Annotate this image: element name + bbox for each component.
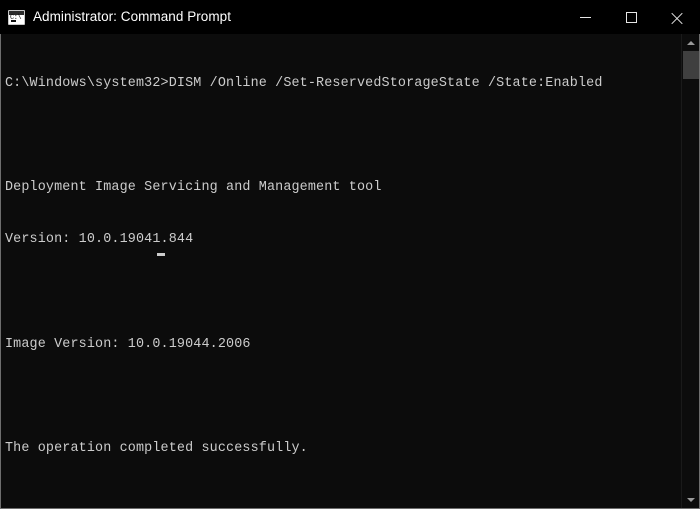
minimize-icon <box>580 17 591 18</box>
terminal-line: Image Version: 10.0.19044.2006 <box>5 336 675 353</box>
terminal-line <box>5 492 675 509</box>
scrollbar-track[interactable] <box>682 51 699 491</box>
minimize-button[interactable] <box>562 0 608 34</box>
terminal-line: The operation completed successfully. <box>5 440 675 457</box>
vertical-scrollbar[interactable] <box>681 34 699 508</box>
terminal-line: Deployment Image Servicing and Managemen… <box>5 179 675 196</box>
maximize-button[interactable] <box>608 0 654 34</box>
console-window-icon: C:\ <box>8 10 25 25</box>
console-icon-cursor <box>11 20 16 22</box>
terminal-line: C:\Windows\system32>DISM /Online /Set-Re… <box>5 75 675 92</box>
terminal-line <box>5 284 675 301</box>
chevron-up-icon <box>687 41 695 45</box>
window-controls <box>562 0 700 34</box>
close-icon <box>671 11 684 24</box>
terminal-line: Version: 10.0.19041.844 <box>5 231 675 248</box>
terminal-cursor <box>157 253 165 256</box>
terminal-line <box>5 388 675 405</box>
command-prompt-window: C:\ Administrator: Command Prompt C:\Win… <box>0 0 700 509</box>
console-text: C:\Windows\system32>DISM /Online /Set-Re… <box>5 40 675 509</box>
scrollbar-thumb[interactable] <box>683 51 699 79</box>
scrollbar-down-button[interactable] <box>682 491 699 508</box>
maximize-icon <box>626 12 637 23</box>
terminal-line <box>5 127 675 144</box>
window-title: Administrator: Command Prompt <box>33 0 231 34</box>
chevron-down-icon <box>687 498 695 502</box>
scrollbar-up-button[interactable] <box>682 34 699 51</box>
window-titlebar[interactable]: C:\ Administrator: Command Prompt <box>0 0 700 34</box>
console-output-area[interactable]: C:\Windows\system32>DISM /Online /Set-Re… <box>0 34 700 509</box>
close-button[interactable] <box>654 0 700 34</box>
